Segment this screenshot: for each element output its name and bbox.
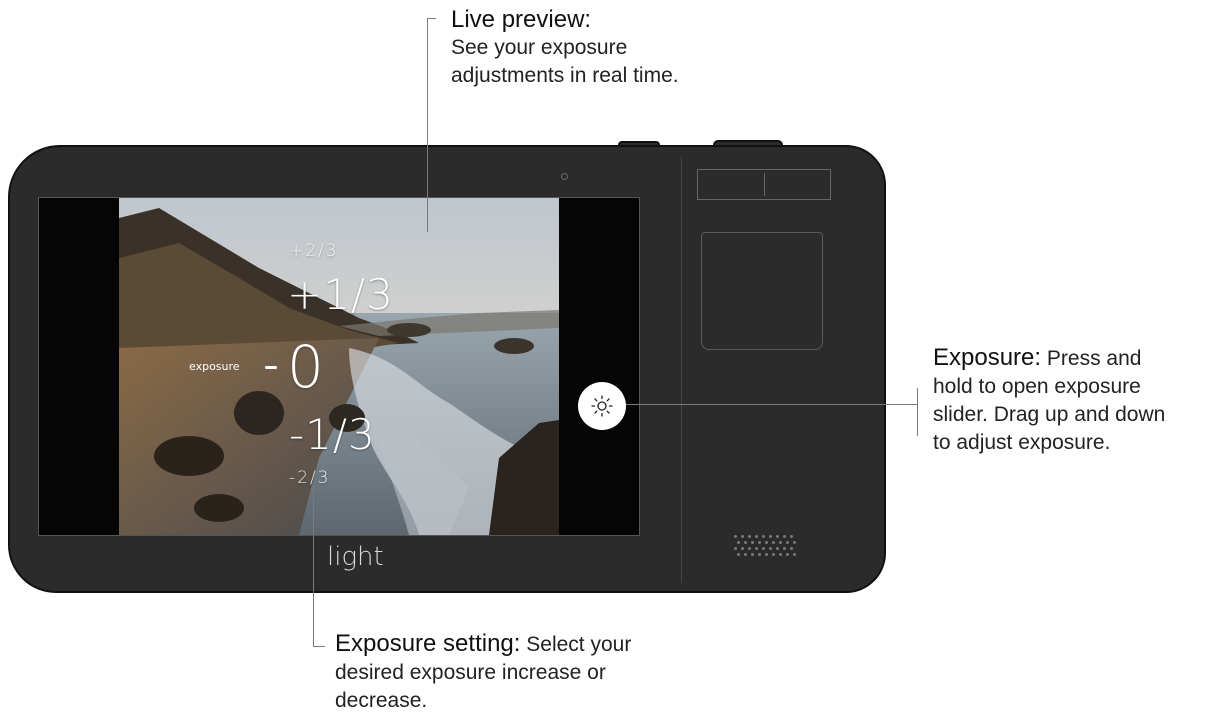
leader-line-live-preview xyxy=(427,18,428,232)
speaker-dot xyxy=(769,547,772,550)
speaker-dot xyxy=(762,547,765,550)
leader-line-exposure xyxy=(626,404,918,405)
exposure-option-minus-two-thirds[interactable]: -2/3 xyxy=(289,470,331,487)
leader-line-exposure-setting xyxy=(313,486,314,646)
speaker-dot xyxy=(769,535,772,538)
speaker-dot xyxy=(737,541,740,544)
speaker-dot xyxy=(744,541,747,544)
speaker-dot xyxy=(755,535,758,538)
exposure-slider-label: exposure xyxy=(189,360,240,373)
callout-exposure-setting-line1: Select your xyxy=(526,633,632,656)
speaker-dot xyxy=(776,547,779,550)
speaker-dot xyxy=(765,541,768,544)
selected-value-indicator xyxy=(265,366,277,369)
speaker-dot xyxy=(748,547,751,550)
callout-exposure: Exposure: Press and hold to open exposur… xyxy=(933,344,1215,457)
exposure-option-zero-selected[interactable]: 0 xyxy=(287,338,324,396)
speaker-dot xyxy=(793,553,796,556)
speaker-dot xyxy=(748,535,751,538)
speaker-dot xyxy=(790,547,793,550)
callout-exposure-line3: slider. Drag up and down xyxy=(933,403,1166,426)
callout-exposure-setting-line2: desired exposure increase or xyxy=(335,661,606,684)
callout-exposure-line2: hold to open exposure xyxy=(933,375,1141,398)
speaker-dot xyxy=(758,553,761,556)
speaker-dot xyxy=(783,535,786,538)
grip-panel xyxy=(701,232,823,350)
speaker-dot xyxy=(790,535,793,538)
speaker-dot xyxy=(737,553,740,556)
sun-icon xyxy=(591,395,613,417)
callout-exposure-setting-line3: decrease. xyxy=(335,689,428,712)
speaker-dot xyxy=(765,553,768,556)
speaker-dot xyxy=(734,535,737,538)
callout-exposure-line4: to adjust exposure. xyxy=(933,431,1111,454)
live-preview: +2/3 +1/3 exposure 0 -1/3 -2/3 xyxy=(119,198,559,535)
speaker-dot xyxy=(751,553,754,556)
callout-exposure-title: Exposure: xyxy=(933,344,1042,371)
brand-logo: light xyxy=(327,542,384,572)
callout-live-preview-line2: adjustments in real time. xyxy=(451,64,679,87)
sensor-dot xyxy=(561,173,568,180)
speaker-dot xyxy=(751,541,754,544)
speaker-grille xyxy=(730,533,802,559)
speaker-dot xyxy=(786,541,789,544)
speaker-dot xyxy=(783,547,786,550)
callout-exposure-setting-title: Exposure setting: xyxy=(335,630,521,657)
body-divider xyxy=(681,157,682,583)
speaker-dot xyxy=(734,547,737,550)
callout-exposure-line1: Press and xyxy=(1046,347,1142,370)
exposure-button[interactable] xyxy=(578,382,626,430)
speaker-dot xyxy=(758,541,761,544)
speaker-dot xyxy=(779,553,782,556)
beach-scene-image xyxy=(119,198,559,535)
speaker-dot xyxy=(786,553,789,556)
speaker-dot xyxy=(762,535,765,538)
callout-live-preview-title: Live preview: xyxy=(451,6,592,33)
exposure-option-plus-two-thirds[interactable]: +2/3 xyxy=(289,243,339,260)
speaker-dot xyxy=(776,535,779,538)
exposure-option-plus-one-third[interactable]: +1/3 xyxy=(287,274,394,316)
leader-line-exposure-bracket xyxy=(917,388,918,436)
top-window-divider xyxy=(764,173,765,196)
leader-line-live-preview-tick xyxy=(427,18,436,19)
callout-live-preview: Live preview: See your exposure adjustme… xyxy=(451,6,679,90)
speaker-dot xyxy=(779,541,782,544)
leader-line-exposure-setting-tick xyxy=(313,646,325,647)
exposure-option-minus-one-third[interactable]: -1/3 xyxy=(289,414,376,456)
callout-exposure-setting: Exposure setting: Select your desired ex… xyxy=(335,630,631,715)
speaker-dot xyxy=(741,547,744,550)
speaker-dot xyxy=(741,535,744,538)
callout-live-preview-line1: See your exposure xyxy=(451,36,628,59)
speaker-dot xyxy=(793,541,796,544)
speaker-dot xyxy=(744,553,747,556)
speaker-dot xyxy=(772,553,775,556)
speaker-dot xyxy=(755,547,758,550)
speaker-dot xyxy=(772,541,775,544)
